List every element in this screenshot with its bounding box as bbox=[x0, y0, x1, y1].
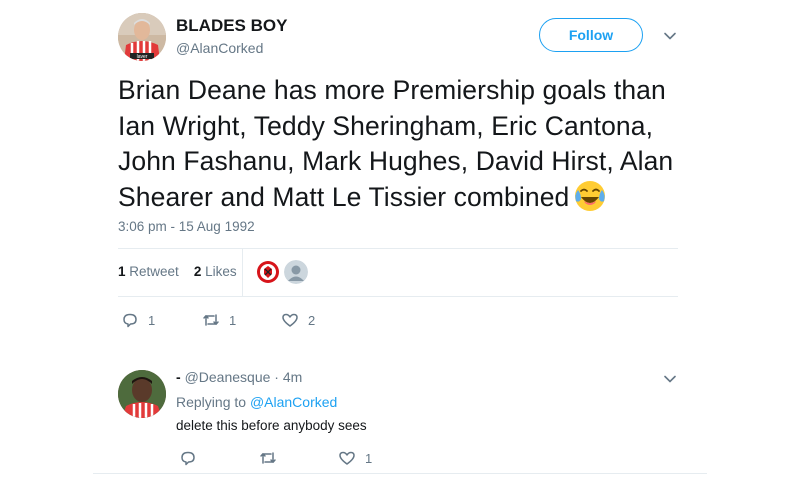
replying-to: Replying to @AlanCorked bbox=[176, 394, 337, 410]
heart-icon bbox=[339, 451, 355, 465]
divider bbox=[118, 248, 678, 249]
liker-avatar-sufc-crest-icon[interactable] bbox=[256, 260, 280, 284]
likes-stat-label[interactable]: Likes bbox=[205, 264, 237, 279]
author-handle[interactable]: @AlanCorked bbox=[176, 40, 263, 56]
reply-author-name[interactable]: - bbox=[176, 369, 181, 385]
face-with-tears-of-joy-icon bbox=[573, 179, 607, 213]
tweet-stats: 1 Retweet 2 Likes bbox=[118, 264, 237, 279]
like-action[interactable]: 2 bbox=[281, 311, 315, 329]
reply-count: 1 bbox=[148, 312, 156, 328]
retweet-action-count: 1 bbox=[229, 312, 237, 328]
reply-action[interactable]: 1 bbox=[121, 311, 155, 329]
reply-header: - @Deanesque · 4m bbox=[176, 369, 302, 385]
reply-reply-action[interactable] bbox=[179, 449, 206, 467]
chevron-down-icon[interactable] bbox=[662, 371, 678, 387]
retweet-icon bbox=[203, 314, 219, 326]
retweet-stat-label[interactable]: Retweet bbox=[129, 264, 179, 279]
tweet-timestamp[interactable]: 3:06 pm - 15 Aug 1992 bbox=[118, 219, 255, 234]
reply-like-count: 1 bbox=[365, 450, 373, 466]
follow-button[interactable]: Follow bbox=[539, 18, 643, 52]
like-count: 2 bbox=[308, 312, 316, 328]
reply-text: delete this before anybody sees bbox=[176, 418, 367, 433]
replying-to-prefix: Replying to bbox=[176, 394, 247, 410]
svg-text:laver: laver bbox=[137, 54, 148, 60]
reply-like-action[interactable]: 1 bbox=[338, 449, 372, 467]
divider bbox=[118, 296, 678, 297]
reply-retweet-action[interactable] bbox=[259, 449, 286, 467]
likes-count[interactable]: 2 bbox=[194, 264, 202, 279]
reply-author-avatar[interactable] bbox=[118, 370, 166, 418]
divider bbox=[93, 473, 707, 474]
reply-icon bbox=[123, 313, 137, 328]
retweet-action[interactable]: 1 bbox=[202, 311, 236, 329]
retweet-count[interactable]: 1 bbox=[118, 264, 126, 279]
liker-avatar-default-icon[interactable] bbox=[284, 260, 308, 284]
retweet-icon bbox=[260, 452, 276, 464]
replying-to-link[interactable]: @AlanCorked bbox=[250, 394, 337, 410]
author-avatar[interactable]: laver bbox=[118, 13, 166, 61]
reply-time[interactable]: · 4m bbox=[274, 369, 302, 385]
tweet-text: Brian Deane has more Premiership goals t… bbox=[118, 73, 693, 216]
author-name[interactable]: BLADES BOY bbox=[176, 16, 287, 36]
chevron-down-icon[interactable] bbox=[662, 28, 678, 44]
reply-icon bbox=[181, 451, 195, 466]
stats-divider bbox=[242, 248, 243, 296]
reply-author-handle[interactable]: @Deanesque bbox=[185, 369, 271, 385]
heart-icon bbox=[282, 313, 298, 327]
